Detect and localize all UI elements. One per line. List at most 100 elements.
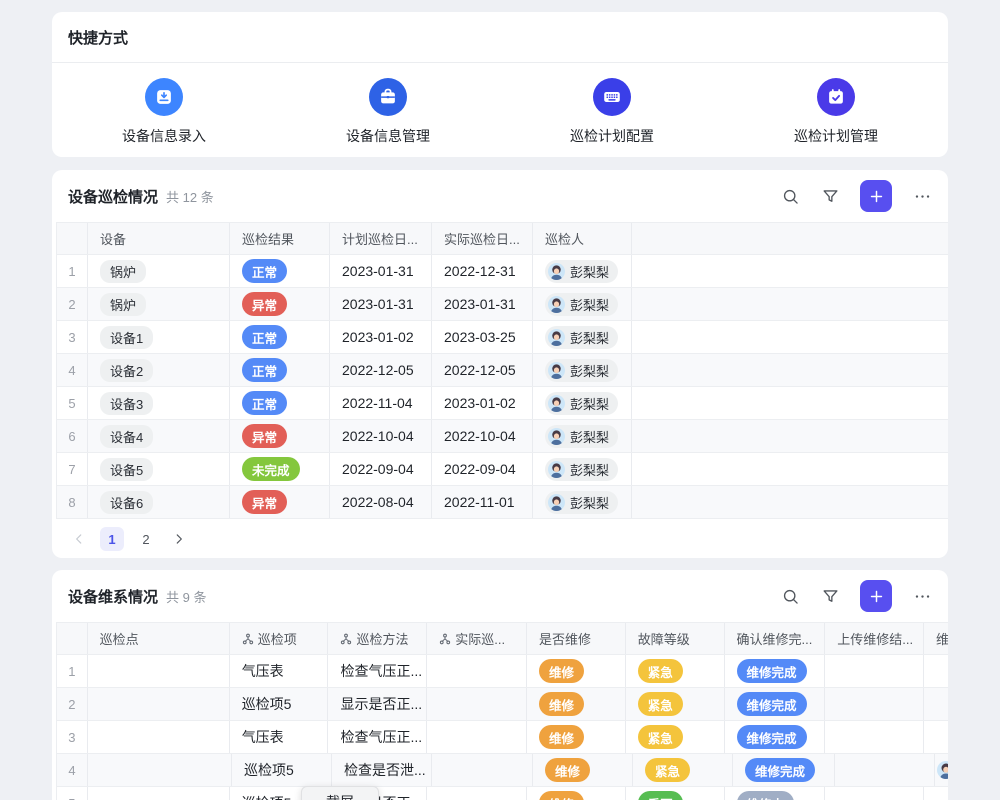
confirm-cell[interactable]: 维修完成: [725, 688, 826, 720]
briefcase-icon: [369, 78, 407, 116]
point-cell[interactable]: [88, 721, 230, 753]
level-cell[interactable]: 紧急: [626, 655, 725, 687]
filter-icon[interactable]: [820, 586, 840, 606]
planned-date-cell[interactable]: 2022-11-04: [330, 387, 432, 419]
point-cell[interactable]: [88, 655, 230, 687]
shortcut-plan-manage[interactable]: 巡检计划管理: [724, 78, 948, 146]
level-cell[interactable]: 紧急: [626, 688, 725, 720]
shortcut-device-manage[interactable]: 设备信息管理: [276, 78, 500, 146]
item-cell[interactable]: 气压表: [230, 655, 329, 687]
method-cell[interactable]: 检查是否泄...: [332, 754, 432, 786]
add-record-button[interactable]: [860, 180, 892, 212]
planned-date-cell[interactable]: 2023-01-02: [330, 321, 432, 353]
device-cell[interactable]: 设备3: [88, 387, 230, 419]
inspector-cell[interactable]: 彭梨梨: [533, 486, 632, 518]
result-cell[interactable]: 正常: [230, 255, 330, 287]
actual-cell[interactable]: [427, 721, 527, 753]
inspector-cell[interactable]: 彭梨梨: [533, 420, 632, 452]
repair-cell[interactable]: 维修: [527, 688, 626, 720]
confirm-cell[interactable]: 维修完成: [725, 721, 826, 753]
planned-date-cell[interactable]: 2022-10-04: [330, 420, 432, 452]
actual-date-cell[interactable]: 2022-12-31: [432, 255, 533, 287]
add-record-button[interactable]: [860, 580, 892, 612]
point-cell[interactable]: [88, 754, 232, 786]
item-cell[interactable]: 巡检项5: [232, 754, 332, 786]
confirm-cell[interactable]: 维修完成: [725, 655, 826, 687]
level-cell[interactable]: 紧急: [626, 721, 725, 753]
inspector-cell[interactable]: 彭梨梨: [533, 321, 632, 353]
upload-cell[interactable]: [825, 655, 924, 687]
actual-date-cell[interactable]: 2023-01-02: [432, 387, 533, 419]
actual-cell[interactable]: [427, 655, 527, 687]
filter-icon[interactable]: [820, 186, 840, 206]
device-cell[interactable]: 设备5: [88, 453, 230, 485]
search-icon[interactable]: [780, 186, 800, 206]
result-cell[interactable]: 正常: [230, 321, 330, 353]
device-cell[interactable]: 锅炉: [88, 255, 230, 287]
actual-date-cell[interactable]: 2023-01-31: [432, 288, 533, 320]
repair-cell[interactable]: 维修: [527, 721, 626, 753]
result-cell[interactable]: 未完成: [230, 453, 330, 485]
inspector-cell[interactable]: 彭梨梨: [533, 288, 632, 320]
more-icon[interactable]: [912, 586, 932, 606]
planned-date-cell[interactable]: 2023-01-31: [330, 255, 432, 287]
device-cell[interactable]: 锅炉: [88, 288, 230, 320]
actual-cell[interactable]: [427, 787, 527, 800]
actual-date-cell[interactable]: 2023-03-25: [432, 321, 533, 353]
result-cell[interactable]: 异常: [230, 486, 330, 518]
page-1-button[interactable]: 1: [100, 527, 124, 551]
table-row: 1 气压表 检查气压正... 维修 紧急 维修完成: [56, 655, 948, 688]
next-page-icon[interactable]: [168, 528, 190, 550]
method-cell[interactable]: 显示是否正...: [328, 688, 427, 720]
actual-cell[interactable]: [427, 688, 527, 720]
planned-date-cell[interactable]: 2022-08-04: [330, 486, 432, 518]
inspector-cell[interactable]: 彭梨梨: [533, 453, 632, 485]
device-cell[interactable]: 设备4: [88, 420, 230, 452]
inspector-cell[interactable]: 彭梨梨: [533, 387, 632, 419]
shortcut-plan-config[interactable]: 巡检计划配置: [500, 78, 724, 146]
point-cell[interactable]: [88, 688, 230, 720]
page-2-button[interactable]: 2: [134, 527, 158, 551]
shortcut-device-entry[interactable]: 设备信息录入: [52, 78, 276, 146]
upload-cell[interactable]: [825, 688, 924, 720]
level-cell[interactable]: 紧急: [633, 754, 733, 786]
result-cell[interactable]: 正常: [230, 354, 330, 386]
level-cell[interactable]: 重要: [626, 787, 725, 800]
repair-cell[interactable]: 维修: [527, 787, 626, 800]
actual-date-cell[interactable]: 2022-10-04: [432, 420, 533, 452]
point-cell[interactable]: [88, 787, 230, 800]
screenshot-tooltip[interactable]: 截屏: [301, 786, 379, 800]
repair-cell[interactable]: 维修: [533, 754, 633, 786]
actual-cell[interactable]: [432, 754, 533, 786]
device-cell[interactable]: 设备6: [88, 486, 230, 518]
confirm-cell[interactable]: 维修完成: [733, 754, 835, 786]
result-cell[interactable]: 正常: [230, 387, 330, 419]
upload-cell[interactable]: [825, 787, 924, 800]
result-cell[interactable]: 异常: [230, 288, 330, 320]
method-cell[interactable]: 检查气压正...: [328, 721, 427, 753]
result-cell[interactable]: 异常: [230, 420, 330, 452]
planned-date-cell[interactable]: 2022-12-05: [330, 354, 432, 386]
repair-cell[interactable]: 维修: [527, 655, 626, 687]
actual-date-cell[interactable]: 2022-12-05: [432, 354, 533, 386]
item-cell[interactable]: 巡检项5: [230, 688, 329, 720]
upload-cell[interactable]: [835, 754, 935, 786]
upload-cell[interactable]: [825, 721, 924, 753]
planned-date-cell[interactable]: 2022-09-04: [330, 453, 432, 485]
row-number: 2: [56, 288, 88, 320]
device-cell[interactable]: 设备2: [88, 354, 230, 386]
confirm-cell[interactable]: 维修中: [725, 787, 826, 800]
actual-date-cell[interactable]: 2022-11-01: [432, 486, 533, 518]
inspector-cell[interactable]: 彭梨梨: [533, 255, 632, 287]
row-number: 8: [56, 486, 88, 518]
prev-page-icon[interactable]: [68, 528, 90, 550]
device-cell[interactable]: 设备1: [88, 321, 230, 353]
table-row: 7 设备5 未完成 2022-09-04 2022-09-04 彭梨梨: [56, 453, 948, 486]
more-icon[interactable]: [912, 186, 932, 206]
inspector-cell[interactable]: 彭梨梨: [533, 354, 632, 386]
actual-date-cell[interactable]: 2022-09-04: [432, 453, 533, 485]
method-cell[interactable]: 检查气压正...: [328, 655, 427, 687]
search-icon[interactable]: [780, 586, 800, 606]
planned-date-cell[interactable]: 2023-01-31: [330, 288, 432, 320]
item-cell[interactable]: 气压表: [230, 721, 329, 753]
